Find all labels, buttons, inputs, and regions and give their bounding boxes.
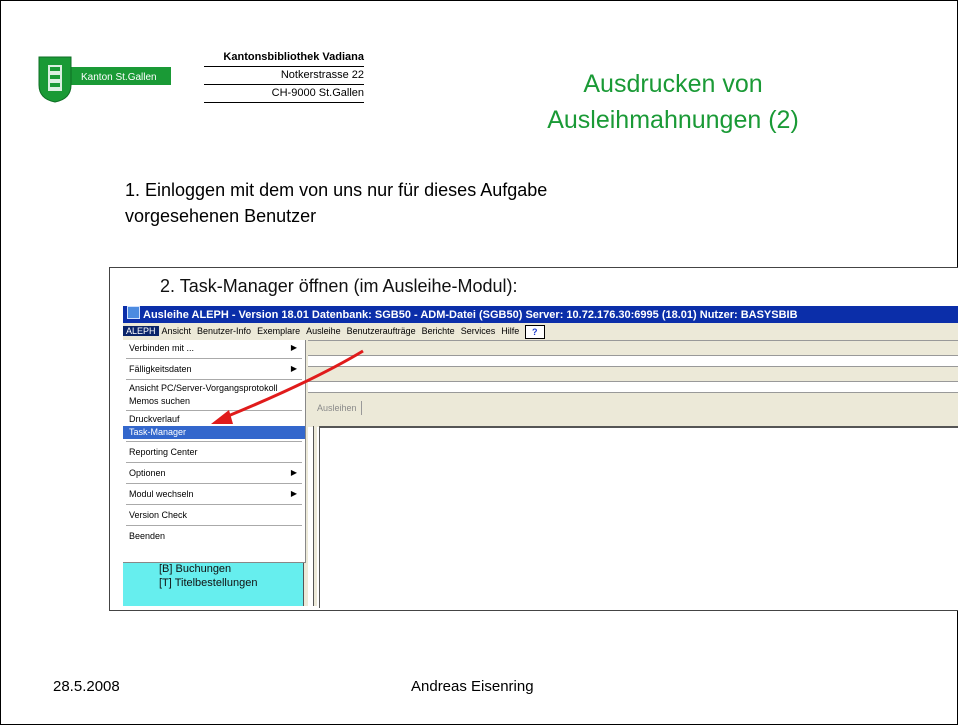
menu-item-verbinden-label: Verbinden mit ... [129,343,195,353]
slide: Kanton St.Gallen Kantonsbibliothek Vadia… [0,0,958,725]
submenu-arrow-icon: ▶ [290,364,297,373]
window-title: Ausleihe ALEPH - Version 18.01 Datenbank… [143,309,798,321]
embedded-screenshot: 2. Task-Manager öffnen (im Ausleihe-Modu… [109,267,958,611]
menu-separator [126,441,302,442]
logo-text: Kanton St.Gallen [81,72,157,83]
institution-city: CH-9000 St.Gallen [204,85,364,103]
toolbar-band-1 [305,340,958,356]
menu-item-druckverlauf-label: Druckverlauf [129,414,180,424]
tab-ausleihen[interactable]: Ausleihen [313,401,362,415]
menu-item-verbinden[interactable]: Verbinden mit ... ▶ [123,340,305,356]
menu-exemplare[interactable]: Exemplare [254,326,303,336]
menu-separator [126,410,302,411]
menu-separator [126,379,302,380]
menu-separator [126,483,302,484]
aleph-window: Ausleihe ALEPH - Version 18.01 Datenbank… [123,306,958,608]
menu-item-memos-suchen-label: Memos suchen [129,396,191,406]
menu-hilfe[interactable]: Hilfe [498,326,522,336]
toolbar-band-2 [305,366,958,382]
footer-date: 28.5.2008 [53,678,120,695]
window-titlebar[interactable]: Ausleihe ALEPH - Version 18.01 Datenbank… [123,306,958,323]
menu-benutzer-info[interactable]: Benutzer-Info [194,326,254,336]
menu-separator [126,504,302,505]
menu-item-task-manager[interactable]: Task-Manager [123,426,305,439]
footer-author: Andreas Eisenring [411,678,534,695]
menu-item-version-check-label: Version Check [129,510,188,520]
menu-separator [126,462,302,463]
menu-item-faelligkeitsdaten[interactable]: Fälligkeitsdaten ▶ [123,361,305,377]
tab-area: Ausleihen [305,392,958,427]
menu-item-modul-wechseln[interactable]: Modul wechseln ▶ [123,486,305,502]
menu-item-vorgangsprotokoll-label: Ansicht PC/Server-Vorgangsprotokoll [129,383,278,393]
menu-bar: ALEPH Ansicht Benutzer-Info Exemplare Auslei… [123,323,958,340]
menu-item-optionen-label: Optionen [129,468,166,478]
menu-item-faelligkeitsdaten-label: Fälligkeitsdaten [129,364,192,374]
menu-item-beenden[interactable]: Beenden [123,528,305,544]
help-button[interactable]: ? [524,324,545,339]
menu-item-task-manager-label: Task-Manager [129,427,187,437]
kanton-logo: Kanton St.Gallen [38,56,171,103]
step-1-line-2: vorgesehenen Benutzer [125,206,317,226]
menu-separator [126,358,302,359]
menu-berichte[interactable]: Berichte [419,326,458,336]
title-line-1: Ausdrucken von [583,70,763,98]
menu-ansicht[interactable]: Ansicht [159,326,195,336]
institution-street: Notkerstrasse 22 [204,67,364,85]
aleph-dropdown-menu: Verbinden mit ... ▶ Fälligkeitsdaten ▶ A… [123,340,306,563]
menu-ausleihe[interactable]: Ausleihe [303,326,344,336]
main-panel [319,426,958,608]
menu-services[interactable]: Services [458,326,499,336]
menu-item-memos-suchen[interactable]: Memos suchen [123,395,305,408]
submenu-arrow-icon: ▶ [290,489,297,498]
app-icon [127,306,140,319]
step-1-text: 1. Einloggen mit dem von uns nur für die… [125,177,745,229]
menu-item-reporting-center[interactable]: Reporting Center [123,444,305,460]
menu-item-optionen[interactable]: Optionen ▶ [123,465,305,481]
slide-title: Ausdrucken von Ausleihmahnungen (2) [471,66,875,138]
menu-item-beenden-label: Beenden [129,531,166,541]
menu-item-modul-wechseln-label: Modul wechseln [129,489,194,499]
menu-aleph[interactable]: ALEPH [123,326,159,336]
menu-item-reporting-center-label: Reporting Center [129,447,198,457]
step-1-line-1: 1. Einloggen mit dem von uns nur für die… [125,180,548,200]
institution-address: Kantonsbibliothek Vadiana Notkerstrasse … [204,49,364,103]
institution-name: Kantonsbibliothek Vadiana [204,49,364,67]
menu-item-version-check[interactable]: Version Check [123,507,305,523]
title-line-2: Ausleihmahnungen (2) [547,106,799,134]
submenu-arrow-icon: ▶ [290,343,297,352]
submenu-arrow-icon: ▶ [290,468,297,477]
tree-item-titelbestellungen[interactable]: [T] Titelbestellungen [123,576,303,590]
menu-separator [126,525,302,526]
menu-item-druckverlauf[interactable]: Druckverlauf [123,413,305,426]
menu-benutzerauftraege[interactable]: Benutzeraufträge [344,326,419,336]
menu-item-vorgangsprotokoll[interactable]: Ansicht PC/Server-Vorgangsprotokoll [123,382,305,395]
inner-splitter[interactable] [313,426,317,606]
step-2-text: 2. Task-Manager öffnen (im Ausleihe-Modu… [160,276,518,296]
